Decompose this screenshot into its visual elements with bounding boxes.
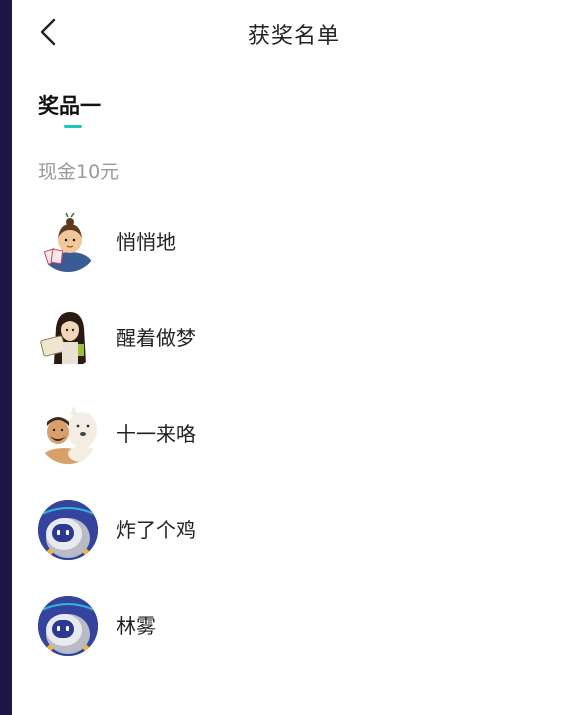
winner-row[interactable]: 炸了个鸡 — [38, 500, 538, 596]
avatar[interactable] — [38, 404, 98, 464]
left-edge-bar — [0, 0, 12, 715]
winner-list: 悄悄地 醒着做梦 十一来咯 炸了个鸡 林雾 — [38, 212, 538, 692]
default-robot-avatar — [38, 596, 98, 656]
avatar[interactable] — [38, 596, 98, 656]
winner-name: 炸了个鸡 — [116, 518, 196, 542]
default-robot-avatar — [38, 500, 98, 560]
avatar[interactable] — [38, 212, 98, 272]
winner-row[interactable]: 醒着做梦 — [38, 308, 538, 404]
avatar[interactable] — [38, 500, 98, 560]
illustrated-woman-with-cards-avatar — [38, 212, 98, 272]
illustrated-man-with-dog-avatar — [38, 404, 98, 464]
prize-tab[interactable]: 奖品一 — [38, 90, 101, 120]
illustrated-long-hair-woman-avatar — [38, 308, 98, 368]
prize-tab-indicator — [64, 125, 82, 128]
page-title: 获奖名单 — [247, 24, 340, 49]
winner-row[interactable]: 林雾 — [38, 596, 538, 692]
winner-name: 醒着做梦 — [116, 326, 196, 350]
winner-row[interactable]: 悄悄地 — [38, 212, 538, 308]
prize-description: 现金10元 — [38, 161, 120, 183]
winner-name: 十一来咯 — [116, 422, 196, 446]
winner-row[interactable]: 十一来咯 — [38, 404, 538, 500]
winner-name: 悄悄地 — [116, 230, 176, 254]
avatar[interactable] — [38, 308, 98, 368]
header: 获奖名单 — [12, 0, 576, 66]
winner-name: 林雾 — [116, 614, 156, 638]
